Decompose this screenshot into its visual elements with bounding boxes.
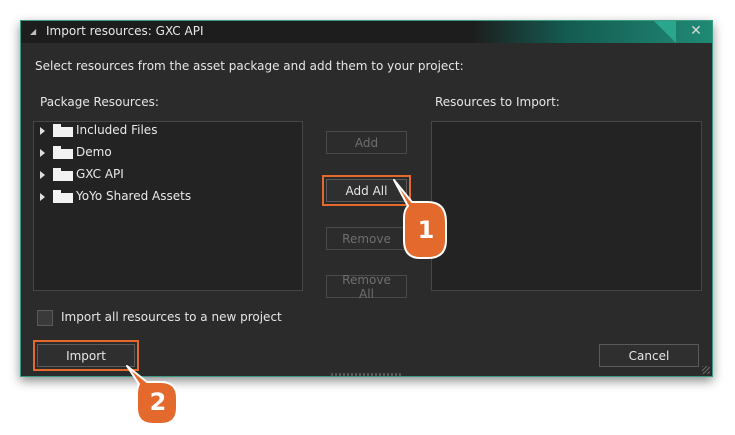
tree-item-label: GXC API [76, 167, 124, 181]
dialog-grip [331, 373, 401, 376]
package-resources-tree[interactable]: Included Files Demo GXC API YoYo Shared … [33, 121, 303, 291]
callout-2-number: 2 [149, 388, 167, 416]
callout-2: 2 [125, 364, 181, 428]
expand-arrow-icon[interactable] [40, 171, 45, 179]
resources-to-import-label: Resources to Import: [435, 95, 560, 109]
title-bar[interactable]: ◢ Import resources: GXC API ✕ [21, 21, 712, 43]
folder-icon [53, 145, 73, 159]
title-bar-accent [472, 21, 712, 43]
tree-item-included-files[interactable]: Included Files [40, 120, 157, 140]
folder-icon [53, 167, 73, 181]
package-resources-label: Package Resources: [40, 95, 159, 109]
folder-icon [53, 189, 73, 203]
resources-to-import-list[interactable] [431, 121, 702, 291]
tree-item-label: Demo [76, 145, 112, 159]
expand-arrow-icon[interactable] [40, 127, 45, 135]
tree-item-demo[interactable]: Demo [40, 142, 112, 162]
import-resources-dialog: ◢ Import resources: GXC API ✕ Select res… [20, 20, 713, 377]
folder-icon [53, 123, 73, 137]
instruction-text: Select resources from the asset package … [35, 59, 464, 73]
callout-1: 1 [392, 178, 448, 262]
window-title: Import resources: GXC API [46, 24, 204, 38]
tree-item-yoyo-shared-assets[interactable]: YoYo Shared Assets [40, 186, 191, 206]
expand-arrow-icon[interactable] [40, 193, 45, 201]
close-button[interactable]: ✕ [688, 23, 704, 39]
expand-arrow-icon[interactable] [40, 149, 45, 157]
new-project-checkbox[interactable] [37, 310, 53, 326]
new-project-checkbox-label: Import all resources to a new project [61, 310, 282, 324]
collapse-triangle-icon[interactable]: ◢ [30, 28, 38, 36]
resize-grip-icon[interactable] [702, 366, 710, 374]
tree-item-label: Included Files [76, 123, 158, 137]
tree-item-label: YoYo Shared Assets [76, 189, 192, 203]
add-button[interactable]: Add [326, 131, 407, 154]
tree-item-gxc-api[interactable]: GXC API [40, 164, 124, 184]
cancel-button[interactable]: Cancel [599, 344, 699, 367]
import-button[interactable]: Import [37, 344, 135, 367]
title-bar-accent-wedge [654, 21, 676, 43]
callout-1-number: 1 [417, 216, 435, 244]
remove-all-button[interactable]: Remove All [326, 273, 407, 301]
